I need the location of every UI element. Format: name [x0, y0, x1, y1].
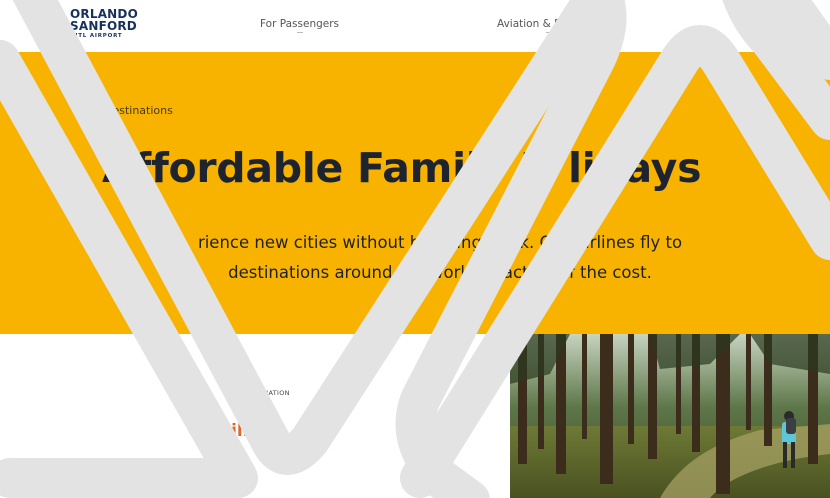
page: ORLANDO SANFORD INTL AIRPORT For Passeng…	[0, 0, 830, 498]
featured-destination-label: D DESTINATION	[235, 389, 290, 397]
breadcrumb[interactable]: Destinations	[104, 104, 173, 117]
nav-item-label: e Informa	[776, 18, 827, 30]
airport-logo[interactable]: ORLANDO SANFORD INTL AIRPORT	[70, 8, 138, 40]
chevron-down-icon	[545, 32, 552, 33]
top-navigation: ORLANDO SANFORD INTL AIRPORT For Passeng…	[0, 0, 830, 52]
logo-line-3: INTL AIRPORT	[70, 33, 123, 39]
forest-hiker-photo	[510, 334, 830, 498]
nav-item-aviation-business[interactable]: Aviation & Business	[497, 18, 601, 33]
page-title: Affordable Family H lidays	[102, 144, 702, 192]
chevron-down-icon	[296, 32, 303, 33]
nav-item-label: Aviation & Business	[497, 18, 601, 30]
nav-item-label: For Passengers	[260, 18, 340, 30]
nav-item-for-passengers[interactable]: For Passengers	[260, 18, 340, 33]
hero-subtitle: rience new cities without breaking t ank…	[110, 228, 770, 288]
nav-item-information[interactable]: e Informa	[776, 18, 827, 33]
featured-destination-city[interactable]: ville	[220, 421, 260, 441]
hero-subtitle-line-1: rience new cities without breaking t ank…	[197, 233, 683, 252]
hero-banner	[0, 52, 830, 334]
logo-line-2: SANFORD	[70, 19, 137, 33]
hero-subtitle-line-2: destinations around the world a raction …	[228, 263, 652, 282]
chevron-down-icon	[798, 32, 805, 33]
